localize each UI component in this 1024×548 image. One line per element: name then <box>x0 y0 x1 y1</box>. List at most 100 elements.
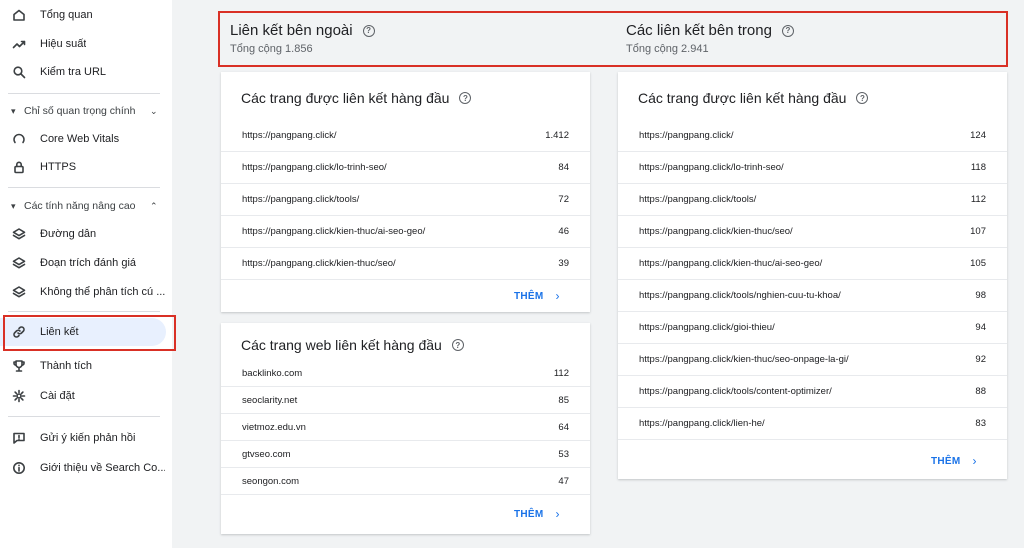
row-count: 124 <box>970 130 986 141</box>
row-count: 107 <box>970 226 986 237</box>
row-site: backlinko.com <box>242 367 303 379</box>
table-row[interactable]: seoclarity.net 85 <box>221 387 590 414</box>
table-row[interactable]: https://pangpang.click/gioi-thieu/94 <box>618 312 1007 344</box>
sidebar-item-unparsable[interactable]: Không thể phân tích cú ... <box>0 278 172 306</box>
links-summary: Liên kết bên ngoài? Tổng cộng 1.856 Các … <box>218 11 1008 67</box>
table-row[interactable]: https://pangpang.click/kien-thuc/seo/39 <box>221 248 590 280</box>
section-advanced[interactable]: ▾ Các tính năng nâng cao ⌃ <box>0 194 172 218</box>
help-icon[interactable]: ? <box>459 92 472 104</box>
highlight-box <box>3 315 176 351</box>
sidebar: Tổng quan Hiệu suất Kiểm tra URL ▾ Chỉ s… <box>0 0 176 548</box>
table-row[interactable]: https://pangpang.click/tools/content-opt… <box>618 376 1007 408</box>
row-count: 84 <box>558 162 569 173</box>
layers-icon <box>12 256 26 270</box>
table-row[interactable]: https://pangpang.click/lien-he/83 <box>618 408 1007 440</box>
sidebar-item-label: Gửi ý kiến phản hồi <box>40 432 136 444</box>
sidebar-item-achievements[interactable]: Thành tích <box>0 352 172 380</box>
table-row[interactable]: https://pangpang.click/124 <box>618 120 1007 152</box>
sidebar-item-label: Kiểm tra URL <box>40 66 107 78</box>
sidebar-item-feedback[interactable]: Gửi ý kiến phản hồi <box>0 424 172 452</box>
external-links-summary: Liên kết bên ngoài? Tổng cộng 1.856 <box>230 22 375 55</box>
table-row[interactable]: seongon.com 47 <box>221 468 590 495</box>
trophy-icon <box>12 359 26 373</box>
external-top-pages-card: Các trang được liên kết hàng đầu? https:… <box>221 72 590 312</box>
more-label: THÊM <box>514 290 544 302</box>
section-core-metrics[interactable]: ▾ Chỉ số quan trọng chính ⌄ <box>0 99 172 123</box>
table-row[interactable]: https://pangpang.click/kien-thuc/seo/107 <box>618 216 1007 248</box>
sidebar-item-url-inspection[interactable]: Kiểm tra URL <box>0 58 172 86</box>
chevron-right-icon: › <box>555 289 560 303</box>
help-icon[interactable]: ? <box>451 339 464 351</box>
row-count: 1.412 <box>545 130 569 141</box>
row-count: 39 <box>558 258 569 269</box>
row-url: https://pangpang.click/kien-thuc/ai-seo-… <box>639 258 823 269</box>
row-url: https://pangpang.click/tools/ <box>242 194 360 205</box>
table-row[interactable]: https://pangpang.click/lo-trinh-seo/84 <box>221 152 590 184</box>
row-count: 94 <box>975 322 986 333</box>
sidebar-item-https[interactable]: HTTPS <box>0 153 172 181</box>
table-row[interactable]: https://pangpang.click/kien-thuc/ai-seo-… <box>618 248 1007 280</box>
table-row[interactable]: https://pangpang.click/tools/72 <box>221 184 590 216</box>
feedback-icon <box>12 431 26 445</box>
sidebar-item-review-snippets[interactable]: Đoạn trích đánh giá <box>0 249 172 277</box>
internal-links-summary: Các liên kết bên trong? Tổng cộng 2.941 <box>626 22 794 55</box>
layers-icon <box>12 227 26 241</box>
home-icon <box>12 8 26 22</box>
row-count: 98 <box>975 290 986 301</box>
sidebar-item-label: Giới thiệu về Search Co... <box>40 462 165 474</box>
sidebar-item-performance[interactable]: Hiệu suất <box>0 30 172 58</box>
sidebar-item-overview[interactable]: Tổng quan <box>0 1 172 29</box>
row-site: seoclarity.net <box>242 394 298 406</box>
sidebar-item-label: HTTPS <box>40 161 77 173</box>
chevron-down-icon: ⌄ <box>150 105 158 116</box>
more-button[interactable]: THÊM › <box>514 507 560 521</box>
row-url: https://pangpang.click/tools/nghien-cuu-… <box>639 290 841 301</box>
internal-links-total: Tổng cộng 2.941 <box>626 43 709 55</box>
table-row[interactable]: backlinko.com 112 <box>221 360 590 387</box>
sidebar-divider <box>8 311 160 312</box>
row-url: https://pangpang.click/lien-he/ <box>639 418 765 429</box>
help-icon[interactable]: ? <box>856 92 869 104</box>
help-icon[interactable]: ? <box>781 24 794 37</box>
table-row[interactable]: https://pangpang.click/lo-trinh-seo/118 <box>618 152 1007 184</box>
external-links-title: Liên kết bên ngoài <box>230 22 353 39</box>
top-linking-sites-card: Các trang web liên kết hàng đầu? backlin… <box>221 323 590 534</box>
trending-up-icon <box>12 37 26 51</box>
row-url: https://pangpang.click/kien-thuc/seo/ <box>242 258 396 269</box>
row-url: https://pangpang.click/kien-thuc/seo-onp… <box>639 354 849 365</box>
chevron-up-icon: ⌃ <box>150 200 158 211</box>
sidebar-item-label: Đường dẫn <box>40 228 97 240</box>
table-row[interactable]: https://pangpang.click/1.412 <box>221 120 590 152</box>
row-count: 47 <box>558 475 569 487</box>
row-count: 46 <box>558 226 569 237</box>
sidebar-item-core-web-vitals[interactable]: Core Web Vitals <box>0 125 172 153</box>
row-url: https://pangpang.click/lo-trinh-seo/ <box>242 162 387 173</box>
row-url: https://pangpang.click/tools/content-opt… <box>639 386 832 397</box>
row-count: 64 <box>558 421 569 433</box>
table-row[interactable]: https://pangpang.click/kien-thuc/ai-seo-… <box>221 216 590 248</box>
row-count: 92 <box>975 354 986 365</box>
row-count: 53 <box>558 448 569 460</box>
info-icon <box>12 461 26 475</box>
row-count: 72 <box>558 194 569 205</box>
table-row[interactable]: https://pangpang.click/kien-thuc/seo-onp… <box>618 344 1007 376</box>
row-count: 88 <box>975 386 986 397</box>
row-site: vietmoz.edu.vn <box>242 421 306 433</box>
gear-icon <box>12 389 26 403</box>
more-button[interactable]: THÊM › <box>514 289 560 303</box>
more-button[interactable]: THÊM › <box>931 454 977 468</box>
table-row[interactable]: vietmoz.edu.vn 64 <box>221 414 590 441</box>
sidebar-item-settings[interactable]: Cài đặt <box>0 382 172 410</box>
row-count: 118 <box>970 162 986 173</box>
sidebar-item-breadcrumbs[interactable]: Đường dẫn <box>0 220 172 248</box>
sidebar-divider <box>8 187 160 188</box>
table-row[interactable]: gtvseo.com 53 <box>221 441 590 468</box>
row-url: https://pangpang.click/ <box>242 130 337 141</box>
sidebar-item-about[interactable]: Giới thiệu về Search Co... <box>0 454 172 482</box>
row-count: 112 <box>970 194 986 205</box>
table-row[interactable]: https://pangpang.click/tools/nghien-cuu-… <box>618 280 1007 312</box>
help-icon[interactable]: ? <box>362 24 375 37</box>
gauge-icon <box>12 132 26 146</box>
row-count: 112 <box>553 367 569 379</box>
table-row[interactable]: https://pangpang.click/tools/112 <box>618 184 1007 216</box>
